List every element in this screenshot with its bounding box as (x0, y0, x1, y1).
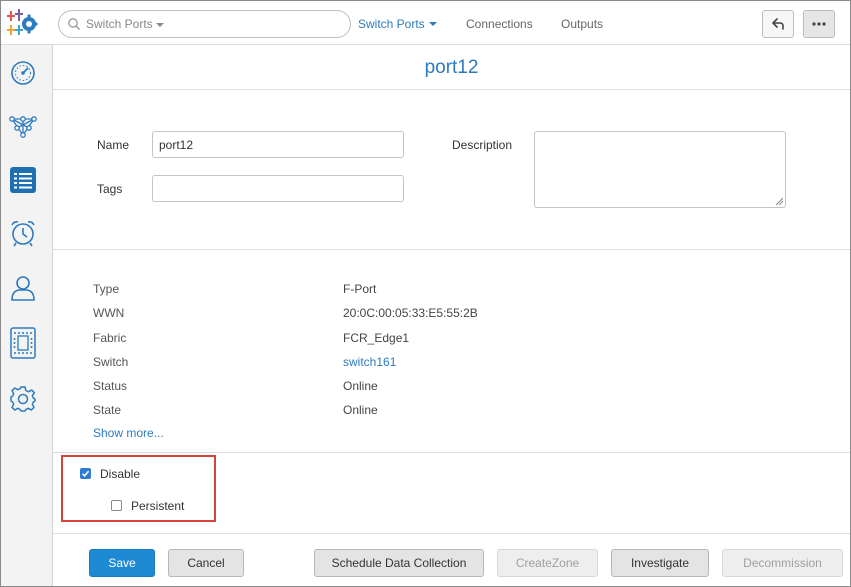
create-zone-button[interactable]: CreateZone (497, 549, 598, 577)
logo-icon[interactable] (7, 8, 39, 38)
tags-field[interactable] (152, 175, 404, 202)
divider (53, 89, 850, 90)
settings-icon[interactable] (9, 385, 37, 413)
name-label: Name (97, 138, 130, 152)
property-label: WWN (93, 306, 125, 320)
property-value: F-Port (343, 282, 377, 296)
top-bar: Switch Ports Switch Ports Connections Ou… (1, 1, 850, 45)
chevron-down-icon (429, 22, 437, 26)
switch-link[interactable]: switch161 (343, 355, 396, 369)
description-label: Description (452, 138, 513, 152)
save-button[interactable]: Save (89, 549, 155, 577)
back-icon (772, 18, 784, 30)
property-label: Status (93, 379, 128, 393)
more-button[interactable] (803, 10, 835, 38)
name-field[interactable] (152, 131, 404, 158)
property-value: FCR_Edge1 (343, 331, 410, 345)
property-value: Online (343, 379, 378, 393)
page-title: port12 (424, 57, 479, 78)
disable-label[interactable]: Disable (100, 467, 140, 481)
dashboard-icon[interactable] (9, 59, 37, 87)
show-more-link[interactable]: Show more... (93, 426, 164, 440)
nav-switch-ports[interactable]: Switch Ports (358, 17, 425, 31)
back-button[interactable] (762, 10, 794, 38)
sidebar (1, 45, 53, 586)
checkmark-icon (81, 470, 90, 477)
decommission-button[interactable]: Decommission (722, 549, 843, 577)
nav-outputs[interactable]: Outputs (561, 17, 603, 31)
user-icon[interactable] (9, 274, 37, 302)
divider (53, 452, 850, 453)
divider (53, 533, 850, 534)
cancel-button[interactable]: Cancel (168, 549, 244, 577)
divider (53, 249, 850, 250)
disable-checkbox[interactable] (80, 468, 91, 479)
property-label: Switch (93, 355, 129, 369)
tags-label: Tags (97, 182, 123, 196)
search-icon (67, 17, 81, 31)
property-label: State (93, 403, 122, 417)
property-label: Fabric (93, 331, 127, 345)
property-value: Online (343, 403, 378, 417)
search-placeholder: Switch Ports (86, 17, 153, 31)
schedule-data-collection-button[interactable]: Schedule Data Collection (314, 549, 484, 577)
resize-handle-icon[interactable] (775, 197, 783, 205)
topology-icon[interactable] (9, 113, 37, 141)
nav-connections[interactable]: Connections (466, 17, 533, 31)
more-icon (812, 22, 826, 26)
persistent-label[interactable]: Persistent (131, 499, 184, 513)
search-input[interactable]: Switch Ports (58, 10, 351, 38)
persistent-checkbox[interactable] (111, 500, 122, 511)
property-value: 20:0C:00:05:33:E5:55:2B (343, 306, 478, 320)
chevron-down-icon (156, 23, 164, 27)
main-panel: port12 Name Tags Description Type F-Port… (53, 45, 850, 586)
device-icon[interactable] (9, 327, 37, 359)
property-label: Type (93, 282, 120, 296)
alarm-icon[interactable] (9, 219, 37, 247)
investigate-button[interactable]: Investigate (611, 549, 709, 577)
list-icon[interactable] (9, 166, 37, 194)
description-field[interactable] (534, 131, 786, 208)
